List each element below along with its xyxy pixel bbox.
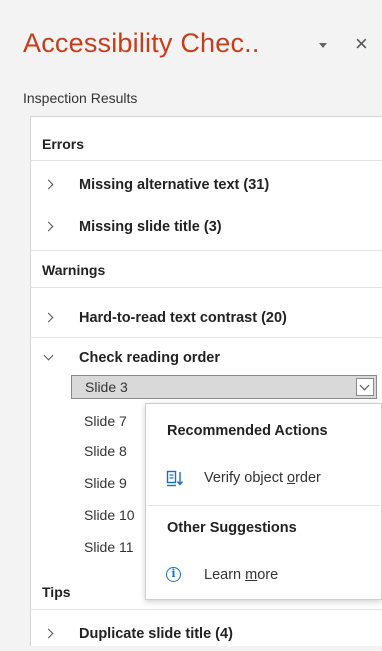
slide-item-8[interactable]: Slide 8 bbox=[84, 443, 127, 459]
recommended-actions-header: Recommended Actions bbox=[167, 423, 328, 439]
tree-item-label: Duplicate slide title (4) bbox=[79, 626, 233, 642]
menu-item-label: Learn more bbox=[204, 567, 279, 583]
tree-item-missing-alt-text[interactable]: Missing alternative text (31) bbox=[30, 170, 382, 202]
info-icon: i bbox=[166, 567, 184, 585]
tree-item-label: Missing alternative text (31) bbox=[79, 177, 270, 193]
tree-item-label: Missing slide title (3) bbox=[79, 219, 222, 235]
section-warnings-header: Warnings bbox=[42, 262, 106, 278]
learn-more-menu-item[interactable]: i Learn more bbox=[164, 561, 374, 591]
close-icon[interactable]: × bbox=[355, 30, 368, 58]
divider bbox=[30, 287, 382, 288]
slide-item-10[interactable]: Slide 10 bbox=[84, 507, 135, 523]
slide-item-11[interactable]: Slide 11 bbox=[84, 539, 134, 555]
slide-context-menu: Recommended Actions Verify object order … bbox=[145, 403, 382, 600]
chevron-right-icon bbox=[44, 629, 56, 641]
section-tips-header: Tips bbox=[42, 584, 71, 600]
slide-item-7[interactable]: Slide 7 bbox=[84, 413, 127, 429]
tree-item-label: Check reading order bbox=[79, 350, 221, 366]
tree-item-text-contrast[interactable]: Hard-to-read text contrast (20) bbox=[30, 303, 382, 335]
divider bbox=[30, 250, 382, 251]
selected-slide-label: Slide 3 bbox=[85, 379, 128, 395]
divider bbox=[30, 337, 382, 338]
tree-item-duplicate-slide-title[interactable]: Duplicate slide title (4) bbox=[30, 619, 382, 651]
slide-3-dropdown[interactable]: Slide 3 bbox=[71, 375, 377, 399]
chevron-right-icon bbox=[44, 180, 56, 192]
chevron-down-icon[interactable] bbox=[356, 378, 374, 396]
pane-options-chevron-down-icon[interactable] bbox=[316, 38, 330, 52]
tree-item-label: Hard-to-read text contrast (20) bbox=[79, 310, 287, 326]
pane-title: Accessibility Chec.. bbox=[23, 28, 260, 58]
verify-object-order-menu-item[interactable]: Verify object order bbox=[164, 464, 374, 494]
chevron-right-icon bbox=[44, 313, 56, 325]
inspection-results-label: Inspection Results bbox=[23, 90, 138, 106]
section-errors-header: Errors bbox=[42, 136, 85, 152]
menu-divider bbox=[147, 505, 380, 506]
chevron-down-icon bbox=[44, 353, 56, 365]
other-suggestions-header: Other Suggestions bbox=[167, 520, 297, 536]
divider bbox=[30, 609, 382, 610]
chevron-right-icon bbox=[44, 222, 56, 234]
divider bbox=[30, 160, 382, 161]
tree-item-reading-order[interactable]: Check reading order bbox=[30, 343, 382, 375]
slide-item-9[interactable]: Slide 9 bbox=[84, 475, 127, 491]
tree-item-missing-slide-title[interactable]: Missing slide title (3) bbox=[30, 212, 382, 244]
reorder-objects-icon bbox=[166, 470, 184, 488]
menu-item-label: Verify object order bbox=[204, 470, 321, 486]
